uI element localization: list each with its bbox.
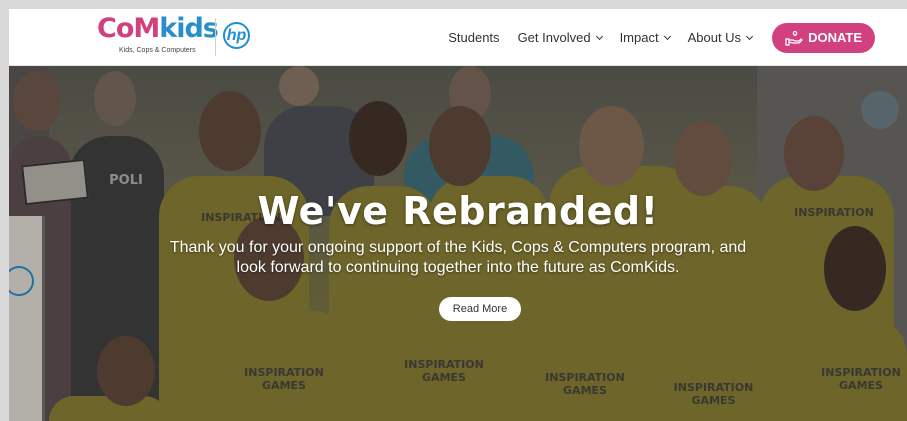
nav-about-us-label: About Us	[687, 30, 742, 45]
nav-get-involved-label: Get Involved	[517, 30, 591, 45]
brand-part-1: CoM	[97, 13, 160, 44]
nav-about-us[interactable]: About Us	[687, 30, 754, 45]
hero-subtitle: Thank you for your ongoing support of th…	[169, 239, 747, 276]
logo-divider	[215, 18, 216, 56]
hero-title: We've Rebranded!	[257, 189, 659, 233]
main-nav: Students Get Involved Impact About Us DO…	[448, 9, 907, 66]
logo-tagline: Kids, Cops & Computers	[119, 47, 196, 54]
brand-wordmark: CoMkids	[97, 13, 219, 44]
hand-heart-icon	[785, 30, 803, 46]
site-header: CoMkids Kids, Cops & Computers hp Studen…	[9, 9, 907, 66]
read-more-button[interactable]: Read More	[439, 297, 521, 321]
nav-students-label: Students	[448, 30, 500, 45]
brand-part-2: kids	[159, 13, 219, 44]
nav-impact[interactable]: Impact	[619, 30, 671, 45]
hero-banner: POLI INSPIRATION INSPIRATION INSPIRATION…	[9, 66, 907, 421]
nav-get-involved[interactable]: Get Involved	[517, 30, 603, 45]
donate-button[interactable]: DONATE	[772, 22, 875, 53]
chevron-down-icon	[746, 32, 754, 40]
chevron-down-icon	[595, 32, 603, 40]
comkids-logo[interactable]: CoMkids Kids, Cops & Computers hp	[97, 15, 257, 61]
nav-impact-label: Impact	[619, 30, 659, 45]
donate-label: DONATE	[808, 30, 862, 45]
nav-students[interactable]: Students	[448, 30, 499, 45]
hp-logo-icon: hp	[223, 22, 250, 49]
chevron-down-icon	[663, 32, 671, 40]
page: CoMkids Kids, Cops & Computers hp Studen…	[9, 9, 907, 421]
